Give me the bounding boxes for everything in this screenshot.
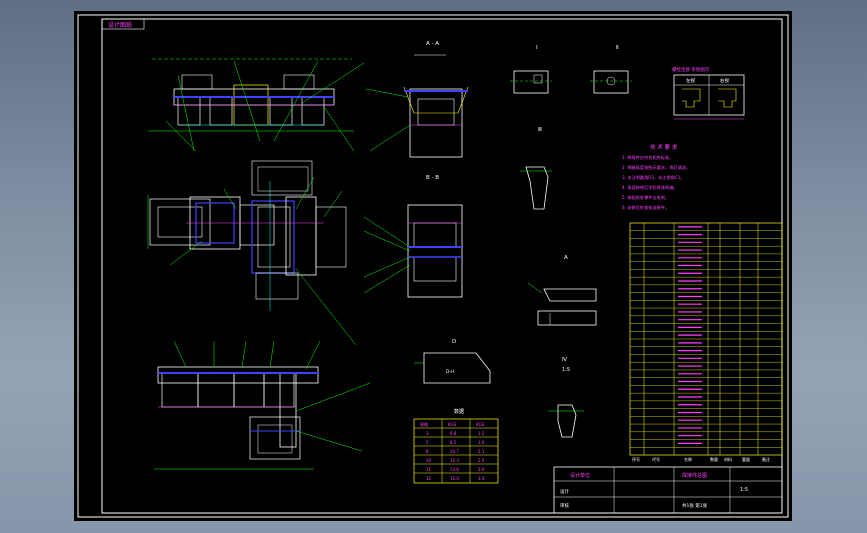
title-tag: 设计图纸: [108, 21, 132, 29]
bom-row-lines: [630, 226, 782, 448]
data-table-cell: 1.6: [478, 440, 485, 445]
cad-viewport[interactable]: 设计图纸 A - A B - B D D-H Ⅰ Ⅱ Ⅲ Ⅳ 1:5 A 螺栓连…: [74, 11, 792, 521]
detail-d-label: D-H: [446, 369, 454, 375]
data-table-cell: 2.9: [478, 467, 485, 472]
technical-notes: 技 术 要 求 1. 焊接件应符合相关标准。 2. 焊缝高度按图示要求，焊后清渣…: [622, 143, 690, 211]
section-label-b-b: B - B: [426, 175, 439, 181]
title-block-scale: 1:5: [740, 487, 748, 493]
view-box[interactable]: 螺栓连接 参照图示 左视 右视: [672, 66, 745, 120]
detail-scale-iv: 1:5: [562, 367, 570, 373]
notes-title: 技 术 要 求: [650, 143, 678, 151]
data-table-header: KGS: [448, 422, 457, 427]
detail-label-ii: Ⅱ: [616, 45, 619, 51]
title-block-checker: 审核: [560, 502, 569, 509]
detail-iii[interactable]: Ⅲ: [520, 127, 552, 210]
detail-ii[interactable]: Ⅱ: [590, 45, 632, 94]
bom-table[interactable]: 序号 代号 名称 数量 材料 重量 备注: [629, 222, 783, 462]
view-plan[interactable]: [147, 160, 357, 346]
notes-line-6: 6. 安装后检查各连接件。: [622, 204, 669, 211]
view-front[interactable]: [148, 58, 365, 152]
bom-header-code: 代号: [652, 456, 660, 462]
data-table[interactable]: 数据 规格 KGS KGS 3 6.8 1.2 5 8.5 1.6 8 10.7…: [413, 408, 499, 484]
bom-header-qty: 数量: [710, 456, 718, 462]
data-table-cell: 3.4: [478, 476, 485, 481]
title-block-designer: 设计: [560, 488, 569, 495]
title-block-company: 设计单位: [570, 472, 590, 479]
notes-line-3: 3. 未注明圆角R3，未注倒角C1。: [622, 174, 685, 181]
bom-header-weight: 重量: [742, 456, 750, 462]
data-table-title: 数据: [454, 408, 464, 415]
data-table-header: KGS: [476, 422, 485, 427]
detail-label-iii: Ⅲ: [538, 127, 542, 133]
data-table-cell: 6.8: [450, 431, 457, 436]
notes-line-2: 2. 焊缝高度按图示要求，焊后清渣。: [622, 164, 690, 171]
data-table-cell: 15.0: [450, 476, 459, 481]
data-table-cell: 8: [426, 449, 429, 454]
view-box-right-label: 右视: [720, 77, 729, 84]
view-side[interactable]: [154, 340, 371, 470]
view-box-left-label: 左视: [686, 77, 695, 84]
section-label-a: A: [564, 255, 568, 261]
data-table-cell: 2.1: [478, 449, 485, 454]
view-box-title: 螺栓连接 参照图示: [672, 66, 710, 73]
detail-d[interactable]: D D-H: [414, 339, 491, 384]
bom-header-remark: 备注: [762, 456, 770, 462]
notes-line-4: 4. 表面除锈后涂防锈漆两遍。: [622, 184, 678, 191]
data-table-cell: 1.2: [478, 431, 485, 436]
notes-line-5: 5. 装配前各零件去毛刺。: [622, 194, 669, 201]
data-table-cell: 12.3: [450, 458, 459, 463]
data-table-cell: 8.5: [450, 440, 457, 445]
bom-header-name: 名称: [684, 456, 692, 462]
title-block-drawing-name: 焊接件总图: [682, 472, 707, 479]
data-table-cell: 10: [426, 458, 432, 463]
detail-label-iv: Ⅳ: [562, 357, 568, 363]
bom-header-no: 序号: [632, 456, 640, 462]
title-block[interactable]: 设计单位 焊接件总图 1:5 共1张 第1张 设计 审核: [553, 466, 783, 514]
data-table-cell: 10.7: [450, 449, 459, 454]
data-table-cell: 12: [426, 476, 432, 481]
data-table-cell: 5: [426, 440, 429, 445]
section-label-d: D: [452, 339, 456, 345]
data-table-cell: 2.5: [478, 458, 485, 463]
detail-i[interactable]: Ⅰ: [510, 45, 552, 94]
data-table-header: 规格: [420, 421, 428, 427]
title-block-sheet: 共1张 第1张: [682, 502, 708, 509]
data-table-cell: 13.6: [450, 467, 459, 472]
bom-header-material: 材料: [724, 456, 732, 462]
section-a-a[interactable]: A - A: [365, 41, 469, 158]
detail-label-i: Ⅰ: [536, 45, 538, 51]
notes-line-1: 1. 焊接件应符合相关标准。: [622, 154, 673, 161]
detail-iv[interactable]: Ⅳ 1:5: [548, 357, 584, 438]
detail-a[interactable]: A: [527, 255, 597, 326]
data-table-cell: 11: [426, 467, 432, 472]
cad-drawing[interactable]: 设计图纸 A - A B - B D D-H Ⅰ Ⅱ Ⅲ Ⅳ 1:5 A 螺栓连…: [74, 11, 792, 521]
section-b-b[interactable]: B - B: [363, 175, 463, 298]
data-table-cell: 3: [426, 431, 429, 436]
section-label-a-a: A - A: [426, 41, 439, 47]
bom-header: 序号 代号 名称 数量 材料 重量 备注: [632, 456, 770, 462]
